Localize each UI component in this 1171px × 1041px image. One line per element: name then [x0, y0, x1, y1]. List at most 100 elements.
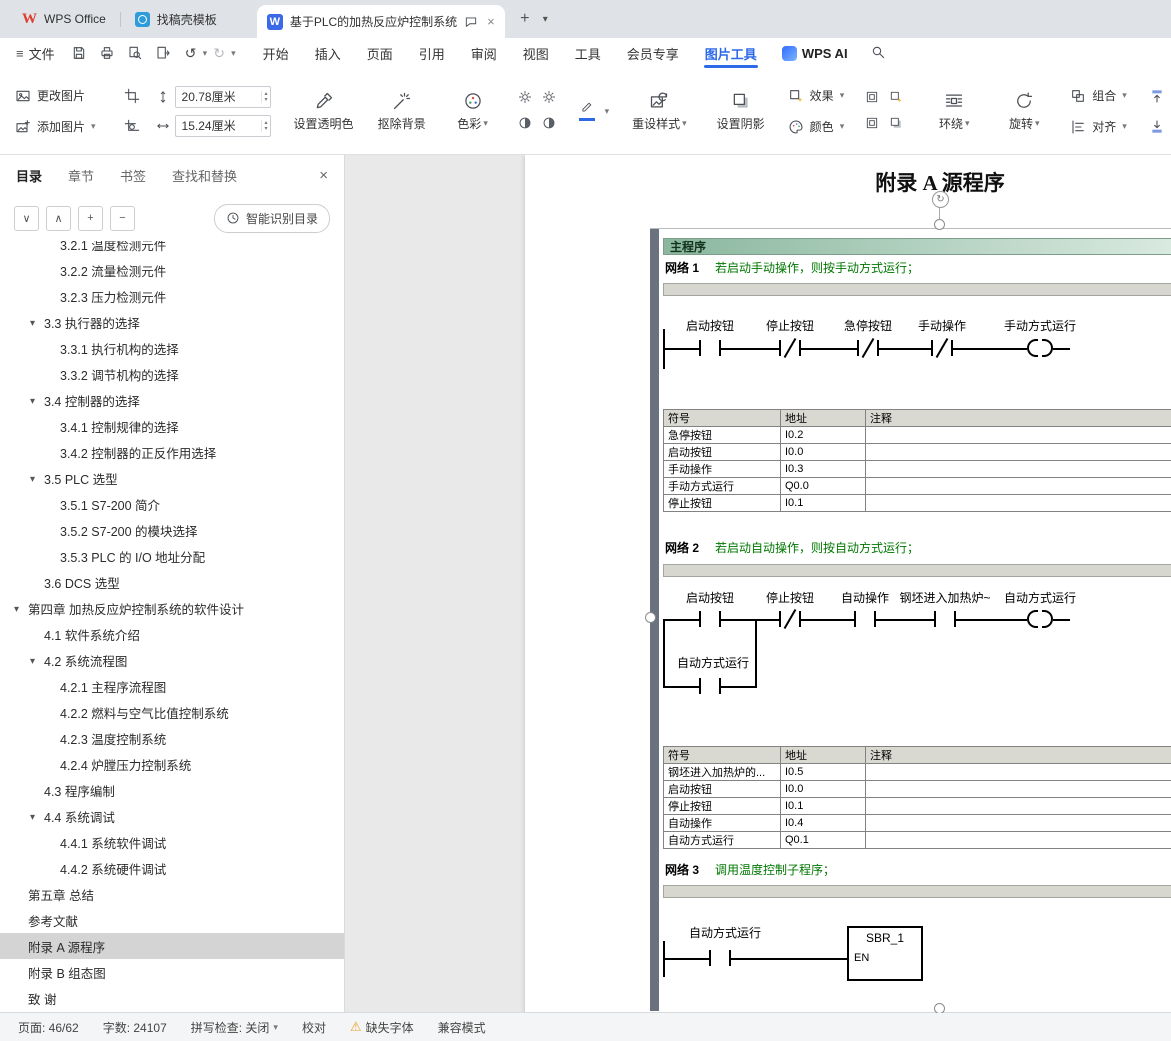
chevron-down-icon[interactable] [30, 471, 44, 485]
add-picture-button[interactable]: 添加图片 [9, 114, 102, 140]
picture-border-button[interactable] [865, 90, 879, 107]
brightness-up-button[interactable] [518, 90, 532, 107]
height-input[interactable]: 20.78厘米 ▴ ▾ [174, 85, 271, 108]
tab-list-dropdown[interactable]: ▾ [543, 14, 548, 25]
toc-item[interactable]: 3.5.3 PLC 的 I/O 地址分配 [0, 543, 344, 569]
chevron-down-icon[interactable] [30, 315, 44, 329]
wrap-text-button[interactable]: 环绕 [924, 89, 984, 134]
add-heading-button[interactable]: + [78, 205, 103, 231]
remove-heading-button[interactable]: − [110, 205, 135, 231]
toc-item[interactable]: 3.2.1 温度检测元件 [0, 241, 344, 257]
tab-chapters[interactable]: 章节 [68, 166, 94, 185]
compat-mode-indicator[interactable]: 兼容模式 [438, 1019, 486, 1036]
menu-tab-review[interactable]: 审阅 [458, 38, 510, 68]
toc-item[interactable]: 4.2 系统流程图 [0, 647, 344, 673]
toc-item[interactable]: 3.4 控制器的选择 [0, 387, 344, 413]
toc-item[interactable]: 参考文献 [0, 907, 344, 933]
menu-tab-home[interactable]: 开始 [250, 38, 302, 68]
width-stepper[interactable]: ▴ ▾ [260, 119, 268, 132]
toc-item[interactable]: 3.5 PLC 选型 [0, 465, 344, 491]
set-shadow-button[interactable]: 设置阴影 [710, 89, 772, 134]
toc-item[interactable]: 4.3 程序编制 [0, 777, 344, 803]
missing-font-warning[interactable]: ⚠ 缺失字体 [350, 1019, 414, 1036]
save-button[interactable] [67, 42, 91, 64]
height-stepper[interactable]: ▴ ▾ [260, 90, 268, 103]
resize-handle-bottom[interactable] [934, 1003, 945, 1013]
menu-tab-picture-tools[interactable]: 图片工具 [692, 38, 770, 68]
resize-handle-left[interactable] [645, 612, 656, 623]
rotate-handle[interactable]: ↻ [932, 191, 949, 208]
toc-item[interactable]: 3.2.2 流量检测元件 [0, 257, 344, 283]
toc-item[interactable]: 4.2.2 燃料与空气比值控制系统 [0, 699, 344, 725]
toc-item[interactable]: 4.2.1 主程序流程图 [0, 673, 344, 699]
redo-caret-icon[interactable] [231, 48, 236, 59]
crop-shape-button[interactable] [118, 114, 146, 140]
toc-item[interactable]: 3.3.2 调节机构的选择 [0, 361, 344, 387]
picture-color-button[interactable]: 颜色 [782, 114, 851, 140]
close-icon[interactable]: × [319, 167, 328, 184]
color-adjust-button[interactable]: 色彩 [443, 89, 503, 134]
plc-image[interactable]: 主程序 网络 1 若启动手动操作，则按手动方式运行； 启动按钮 停止按钮 急停按… [650, 228, 1171, 1011]
tab-find-replace[interactable]: 查找和替换 [172, 166, 237, 185]
toc-item[interactable]: 4.1 软件系统介绍 [0, 621, 344, 647]
resize-handle-top[interactable] [934, 219, 945, 230]
tab-bookmarks[interactable]: 书签 [120, 166, 146, 185]
toc-item[interactable]: 4.2.4 炉膛压力控制系统 [0, 751, 344, 777]
toc-item[interactable]: 3.6 DCS 选型 [0, 569, 344, 595]
remove-background-button[interactable]: 抠除背景 [371, 89, 433, 134]
toc-item[interactable]: 3.5.2 S7-200 的模块选择 [0, 517, 344, 543]
menu-tab-reference[interactable]: 引用 [406, 38, 458, 68]
toc-item[interactable]: 3.4.1 控制规律的选择 [0, 413, 344, 439]
reset-style-button[interactable]: 重设样式 [625, 89, 694, 134]
proofread-button[interactable]: 校对 [302, 1019, 326, 1036]
picture-style-button[interactable] [889, 116, 903, 133]
toc-item[interactable]: 3.3.1 执行机构的选择 [0, 335, 344, 361]
toc-item[interactable]: 3.4.2 控制器的正反作用选择 [0, 439, 344, 465]
send-backward-button[interactable]: 下移 [1143, 114, 1171, 140]
tab-wps-office[interactable]: W WPS Office [8, 0, 120, 38]
set-transparent-color-button[interactable]: 设置透明色 [287, 89, 361, 134]
search-button[interactable] [860, 44, 896, 63]
chevron-down-icon[interactable] [30, 653, 44, 667]
toc-item[interactable]: 第四章 加热反应炉控制系统的软件设计 [0, 595, 344, 621]
align-button[interactable]: 对齐 [1064, 114, 1133, 140]
contrast-up-button[interactable] [518, 116, 532, 133]
wps-ai-button[interactable]: WPS AI [770, 45, 860, 61]
chevron-down-icon[interactable] [30, 393, 44, 407]
chevron-down-icon[interactable] [30, 809, 44, 823]
toc-item[interactable]: 4.2.3 温度控制系统 [0, 725, 344, 751]
change-picture-button[interactable]: 更改图片 [9, 83, 102, 109]
close-icon[interactable]: × [487, 14, 495, 29]
toc-item[interactable]: 致 谢 [0, 985, 344, 1011]
toc-item[interactable]: 4.4.2 系统硬件调试 [0, 855, 344, 881]
toc-item[interactable]: 4.4.1 系统软件调试 [0, 829, 344, 855]
spellcheck-status[interactable]: 拼写检查: 关闭 [191, 1019, 278, 1036]
page-indicator[interactable]: 页面: 46/62 [18, 1019, 79, 1036]
toc-item[interactable]: 附录 B 组态图 [0, 959, 344, 985]
menu-tab-view[interactable]: 视图 [510, 38, 562, 68]
toc-item[interactable]: 第五章 总结 [0, 881, 344, 907]
toc-item[interactable]: 3.2.3 压力检测元件 [0, 283, 344, 309]
crop-button[interactable] [118, 83, 146, 109]
toc-item[interactable]: 4.4 系统调试 [0, 803, 344, 829]
tab-document[interactable]: W 基于PLC的加热反应炉控制系统 × [256, 5, 505, 38]
print-button[interactable] [95, 42, 119, 64]
toc-item[interactable]: 3.5.1 S7-200 简介 [0, 491, 344, 517]
export-pdf-button[interactable] [151, 42, 175, 64]
effects-button[interactable]: 效果 [782, 83, 851, 109]
bring-forward-button[interactable]: 上移 [1143, 83, 1171, 109]
tab-toc[interactable]: 目录 [16, 166, 42, 185]
recolor-button[interactable] [571, 98, 616, 124]
collapse-all-button[interactable]: ∨ [14, 205, 39, 231]
picture-layout-button[interactable] [865, 116, 879, 133]
print-preview-button[interactable] [123, 42, 147, 64]
word-count[interactable]: 字数: 24107 [103, 1019, 167, 1036]
tab-docer-template[interactable]: 找稿壳模板 [121, 0, 231, 38]
undo-button[interactable]: ↺ [179, 42, 203, 64]
chevron-down-icon[interactable] [14, 601, 28, 615]
rotate-button[interactable]: 旋转 [994, 89, 1054, 134]
contrast-down-button[interactable] [542, 116, 556, 133]
menu-tab-insert[interactable]: 插入 [302, 38, 354, 68]
picture-effects-button[interactable] [889, 90, 903, 107]
width-input[interactable]: 15.24厘米 ▴ ▾ [174, 114, 271, 137]
